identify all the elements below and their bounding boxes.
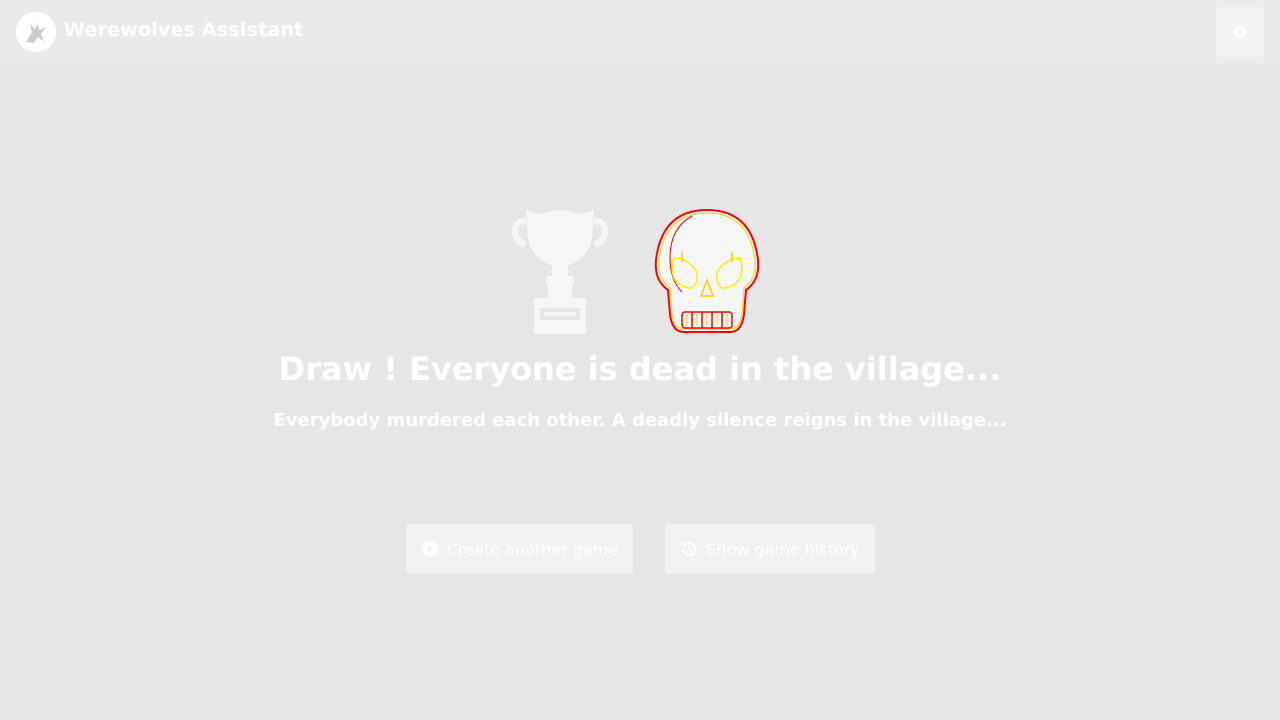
werewolf-logo-icon[interactable] bbox=[16, 12, 56, 52]
game-history-button[interactable]: Show game history bbox=[665, 524, 875, 574]
game-history-label: Show game history bbox=[706, 539, 860, 559]
play-circle-icon bbox=[421, 540, 439, 558]
trophy-icon bbox=[508, 208, 612, 340]
app-title[interactable]: Werewolves Assistant bbox=[64, 19, 303, 41]
history-icon bbox=[680, 540, 698, 558]
divider bbox=[8, 480, 1272, 481]
gear-icon bbox=[1232, 24, 1248, 40]
settings-button[interactable] bbox=[1216, 7, 1264, 57]
result-description: Everybody murdered each other. A deadly … bbox=[273, 410, 1007, 431]
create-game-label: Create another game bbox=[446, 539, 619, 559]
create-game-button[interactable]: Create another game bbox=[406, 524, 633, 574]
result-headline: Draw ! Everyone is dead in the village..… bbox=[278, 350, 1002, 388]
top-navbar: Werewolves Assistant bbox=[0, 0, 1280, 64]
skull-icon bbox=[652, 208, 762, 340]
